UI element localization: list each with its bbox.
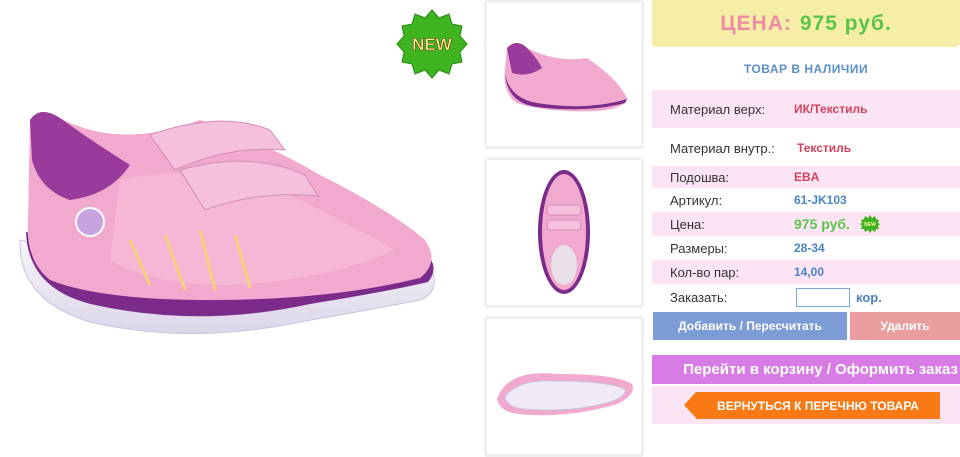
back-to-list-label: ВЕРНУТЬСЯ К ПЕРЕЧНЮ ТОВАРА (717, 398, 919, 413)
price-header: ЦЕНА: 975 руб. (652, 0, 960, 47)
thumb-shoe-side-image (504, 43, 627, 112)
order-row: Заказать: кор. (652, 285, 960, 309)
spec-key: Размеры: (670, 240, 728, 256)
spec-key: Подошва: (670, 169, 730, 185)
spec-row-material-top: Материал верх: ИК/Текстиль (652, 90, 960, 128)
order-unit: кор. (856, 289, 882, 305)
go-to-cart-button[interactable]: Перейти в корзину / Оформить заказ (652, 355, 960, 384)
spec-value: 975 руб. (794, 216, 850, 232)
product-info-panel: ЦЕНА: 975 руб. ТОВАР В НАЛИЧИИ Материал … (652, 0, 960, 457)
spec-key: Цена: (670, 216, 705, 232)
back-button-area: ВЕРНУТЬСЯ К ПЕРЕЧНЮ ТОВАРА (652, 386, 960, 424)
mini-new-text: NEW (864, 222, 876, 228)
spec-value: Текстиль (797, 141, 852, 155)
spec-row-material-inner: Материал внутр.: Текстиль (652, 132, 960, 164)
spec-key: Артикул: (670, 192, 723, 208)
order-quantity-input[interactable] (796, 287, 850, 307)
thumb-shoe-top-image (538, 170, 590, 294)
mini-new-icon: NEW (859, 215, 880, 233)
add-recalculate-button[interactable]: Добавить / Пересчитать (653, 312, 847, 340)
arrow-left-icon (684, 392, 696, 418)
spec-key: Материал верх: (670, 101, 766, 117)
spec-row-article: Артикул: 61-JK103 (652, 189, 960, 211)
spec-row-sole: Подошва: EBA (652, 166, 960, 188)
new-badge-text: NEW (412, 35, 453, 54)
spec-value: ИК/Текстиль (794, 102, 868, 116)
price-header-label: ЦЕНА: (720, 11, 792, 35)
delete-button[interactable]: Удалить (850, 312, 960, 340)
thumbnail-sole[interactable] (484, 316, 644, 457)
spec-row-sizes: Размеры: 28-34 (652, 237, 960, 259)
thumbnail-side[interactable] (484, 0, 644, 149)
spec-value: 14,00 (794, 265, 825, 279)
new-badge-icon: NEW (396, 9, 468, 79)
spec-value: 61-JK103 (794, 193, 847, 207)
price-header-value: 975 руб. (799, 11, 892, 35)
spec-key: Кол-во пар: (670, 264, 740, 280)
main-product-image[interactable]: NEW (0, 0, 476, 457)
order-label: Заказать: (670, 289, 728, 305)
spec-key: Материал внутр.: (670, 140, 775, 156)
spec-value: EBA (794, 170, 820, 184)
spec-row-pairs: Кол-во пар: 14,00 (652, 260, 960, 284)
thumbnail-top[interactable] (484, 157, 644, 308)
spec-value: 28-34 (794, 241, 825, 255)
thumb-shoe-sole-image (497, 373, 633, 416)
spec-row-price: Цена: 975 руб. NEW (652, 212, 960, 236)
back-to-list-button[interactable]: ВЕРНУТЬСЯ К ПЕРЕЧНЮ ТОВАРА (684, 392, 940, 419)
stock-status: ТОВАР В НАЛИЧИИ (743, 62, 869, 76)
